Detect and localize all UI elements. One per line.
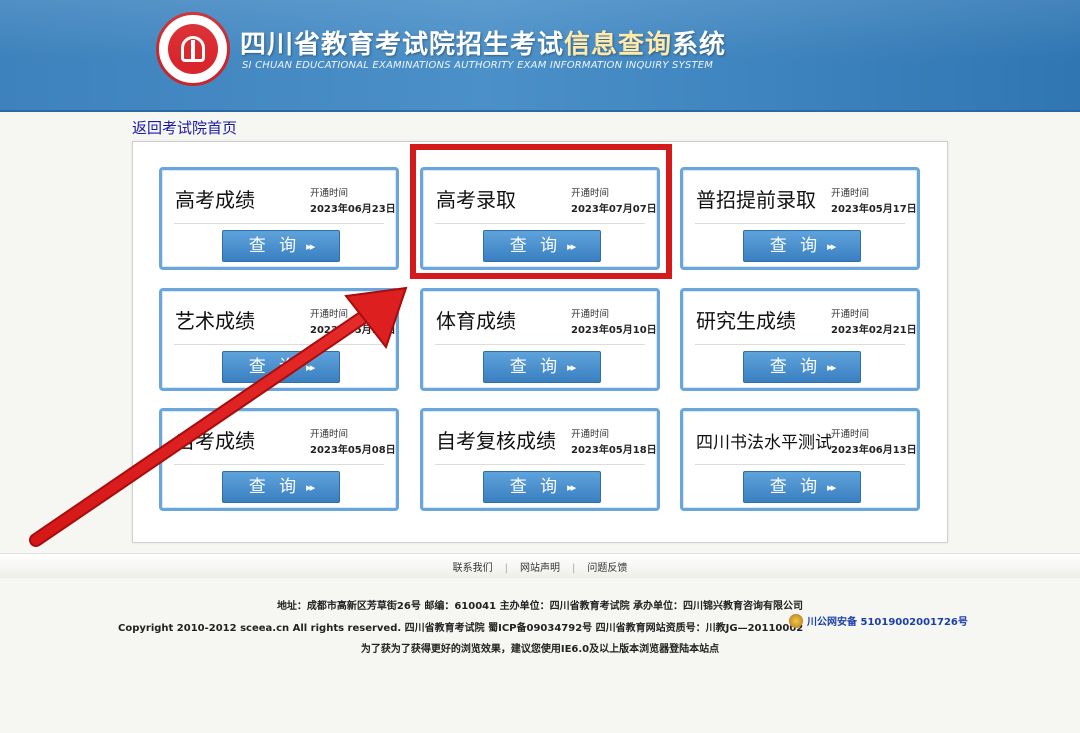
card-divider [695,223,905,224]
query-button[interactable]: 查 询 ▸▸ [222,471,340,503]
open-date: 2023年07月07日 [571,204,657,215]
query-button-label: 查 询 [509,236,562,256]
card-early-admission: 普招提前录取 开通时间 2023年05月17日 查 询 ▸▸ [680,167,920,270]
card-title: 自考复核成绩 [436,429,556,453]
card-divider [435,464,645,465]
card-divider [435,344,645,345]
card-title: 艺术成绩 [175,309,255,333]
open-time-label: 开通时间 [310,188,349,199]
logo-emblem-icon [168,24,218,74]
site-title-end: 系统 [672,30,727,60]
card-title: 自考成绩 [175,429,255,453]
query-button-label: 查 询 [769,477,822,497]
open-time-label: 开通时间 [831,309,870,320]
open-date: 2023年05月10日 [571,325,657,336]
query-button[interactable]: 查 询 ▸▸ [222,230,340,262]
open-time-label: 开通时间 [831,429,870,440]
query-button-label: 查 询 [248,477,301,497]
open-date: 2023年05月08日 [310,445,396,456]
card-self-study-score: 自考成绩 开通时间 2023年05月08日 查 询 ▸▸ [159,408,399,511]
open-date: 2023年02月21日 [831,325,917,336]
query-button-label: 查 询 [509,477,562,497]
open-time-label: 开通时间 [310,429,349,440]
query-button[interactable]: 查 询 ▸▸ [483,351,601,383]
double-chevron-right-icon: ▸▸ [567,361,576,374]
card-sports-score: 体育成绩 开通时间 2023年05月10日 查 询 ▸▸ [420,288,660,391]
feedback-link[interactable]: 问题反馈 [575,563,639,574]
card-divider [174,223,384,224]
query-button[interactable]: 查 询 ▸▸ [743,471,861,503]
query-button[interactable]: 查 询 ▸▸ [222,351,340,383]
query-button[interactable]: 查 询 ▸▸ [483,230,601,262]
contact-us-link[interactable]: 联系我们 [441,563,505,574]
open-time-label: 开通时间 [571,429,610,440]
site-statement-link[interactable]: 网站声明 [508,563,572,574]
double-chevron-right-icon: ▸▸ [306,481,315,494]
open-date: 2023年05月15日 [310,325,396,336]
double-chevron-right-icon: ▸▸ [306,240,315,253]
double-chevron-right-icon: ▸▸ [827,240,836,253]
query-button-label: 查 询 [769,357,822,377]
browser-tip: 为了获为了获得更好的浏览效果，建议您使用IE6.0及以上版本浏览器登陆本站点 [360,644,720,655]
exam-authority-logo [156,12,230,86]
card-title: 高考录取 [436,188,516,212]
query-button[interactable]: 查 询 ▸▸ [483,471,601,503]
open-time-label: 开通时间 [831,188,870,199]
query-button-label: 查 询 [769,236,822,256]
query-button-label: 查 询 [248,357,301,377]
site-title-main: 四川省教育考试院招生考试 [240,30,565,60]
card-calligraphy-test: 四川书法水平测试 开通时间 2023年06月13日 查 询 ▸▸ [680,408,920,511]
card-divider [174,344,384,345]
footer-links: 联系我们 | 网站声明 | 问题反馈 [0,559,1080,574]
site-header: 四川省教育考试院招生考试信息查询系统 SI CHUAN EDUCATIONAL … [0,0,1080,112]
card-title: 高考成绩 [175,188,255,212]
card-graduate-score: 研究生成绩 开通时间 2023年02月21日 查 询 ▸▸ [680,288,920,391]
card-self-study-review: 自考复核成绩 开通时间 2023年05月18日 查 询 ▸▸ [420,408,660,511]
police-record[interactable]: 川公网安备 51019002001726号 [789,613,968,628]
double-chevron-right-icon: ▸▸ [827,481,836,494]
card-divider [174,464,384,465]
card-title: 四川书法水平测试 [696,433,832,453]
card-divider [695,464,905,465]
open-time-label: 开通时间 [571,188,610,199]
site-subtitle: SI CHUAN EDUCATIONAL EXAMINATIONS AUTHOR… [242,60,714,71]
site-title: 四川省教育考试院招生考试信息查询系统 [240,24,726,61]
query-button[interactable]: 查 询 ▸▸ [743,230,861,262]
double-chevron-right-icon: ▸▸ [306,361,315,374]
site-title-highlight: 信息查询 [564,30,673,60]
double-chevron-right-icon: ▸▸ [827,361,836,374]
double-chevron-right-icon: ▸▸ [567,240,576,253]
card-title: 体育成绩 [436,309,516,333]
address-line: 地址：成都市高新区芳草街26号 邮编：610041 主办单位：四川省教育考试院 … [276,601,804,612]
open-time-label: 开通时间 [571,309,610,320]
copyright-line: Copyright 2010-2012 sceea.cn All rights … [118,623,804,634]
open-date: 2023年05月18日 [571,445,657,456]
back-to-home-link[interactable]: 返回考试院首页 [132,117,237,138]
card-art-score: 艺术成绩 开通时间 2023年05月15日 查 询 ▸▸ [159,288,399,391]
card-divider [695,344,905,345]
card-title: 普招提前录取 [696,188,816,212]
card-title: 研究生成绩 [696,309,796,333]
card-gaokao-score: 高考成绩 开通时间 2023年06月23日 查 询 ▸▸ [159,167,399,270]
police-record-text: 川公网安备 51019002001726号 [807,617,968,628]
police-badge-icon [789,614,803,628]
open-date: 2023年05月17日 [831,204,917,215]
open-time-label: 开通时间 [310,309,349,320]
open-date: 2023年06月23日 [310,204,396,215]
card-divider [435,223,645,224]
card-gaokao-admission: 高考录取 开通时间 2023年07月07日 查 询 ▸▸ [420,167,660,270]
double-chevron-right-icon: ▸▸ [567,481,576,494]
query-button-label: 查 询 [248,236,301,256]
query-button[interactable]: 查 询 ▸▸ [743,351,861,383]
open-date: 2023年06月13日 [831,445,917,456]
query-button-label: 查 询 [509,357,562,377]
